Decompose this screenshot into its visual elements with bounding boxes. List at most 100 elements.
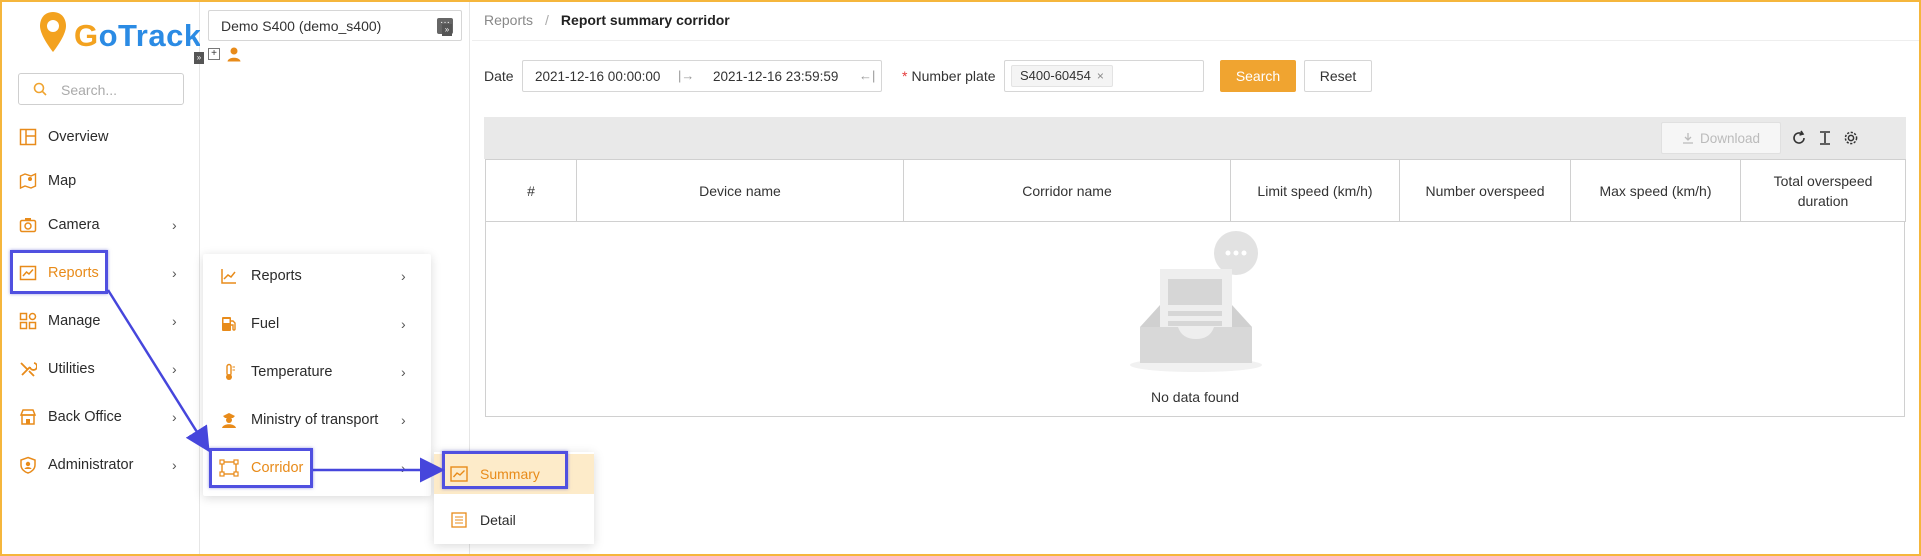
download-icon	[1682, 133, 1693, 144]
sidebar-item-back-office[interactable]: Back Office ›	[10, 397, 192, 437]
expand-icon[interactable]: +	[208, 48, 220, 60]
column-header-max-speed-km-h[interactable]: Max speed (km/h)	[1570, 159, 1741, 222]
chevron-right-icon: ›	[401, 412, 406, 428]
arrow-right-icon: |→	[678, 68, 695, 83]
flyout-item-reports[interactable]: Reports ›	[203, 256, 431, 296]
date-range-picker[interactable]: 2021-12-16 00:00:00 |→ 2021-12-16 23:59:…	[522, 60, 882, 92]
close-icon[interactable]: ×	[1097, 66, 1104, 86]
plate-label: * Number plate	[902, 68, 996, 84]
column-header-index[interactable]: #	[485, 159, 577, 222]
report-table: # Device name Corridor name Limit speed (km…	[485, 159, 1906, 222]
thermometer-icon	[219, 362, 239, 382]
breadcrumb-parent[interactable]: Reports	[484, 12, 533, 28]
column-header-corridor-name[interactable]: Corridor name	[903, 159, 1231, 222]
chart-line-icon	[219, 266, 239, 286]
chevron-right-icon: ›	[401, 316, 406, 332]
summary-icon	[450, 465, 468, 483]
sidebar-item-reports[interactable]: Reports ›	[10, 253, 192, 293]
submenu-item-label: Detail	[480, 512, 516, 528]
date-to[interactable]: 2021-12-16 23:59:59	[713, 69, 838, 84]
corridor-icon	[219, 458, 239, 478]
sidebar-item-label: Map	[48, 173, 77, 189]
device-tree-root[interactable]: +	[208, 46, 242, 62]
reset-button[interactable]: Reset	[1304, 60, 1372, 92]
report-grid: Download # Device name Corridor name Limit …	[484, 117, 1906, 417]
flyout-item-label: Fuel	[251, 316, 280, 332]
plate-chip-value: S400-60454	[1020, 68, 1091, 83]
chevron-right-icon: ›	[401, 364, 406, 380]
collapse-panel-icon[interactable]: »	[442, 24, 452, 36]
plate-chip: S400-60454 ×	[1011, 65, 1113, 87]
column-header-number-overspeed[interactable]: Number overspeed	[1399, 159, 1571, 222]
chevron-right-icon: ›	[172, 217, 177, 233]
empty-message: No data found	[1151, 389, 1239, 405]
breadcrumb-separator: /	[545, 12, 549, 28]
sidebar-item-utilities[interactable]: Utilities ›	[10, 349, 192, 389]
column-height-icon[interactable]	[1815, 128, 1835, 148]
column-header-device-name[interactable]: Device name	[576, 159, 904, 222]
breadcrumb-current: Report summary corridor	[560, 12, 730, 28]
submenu-item-summary[interactable]: Summary	[434, 454, 594, 494]
sidebar-item-label: Manage	[48, 313, 101, 329]
chevron-right-icon: ›	[401, 268, 406, 284]
device-select[interactable]: Demo S400 (demo_s400) ···	[208, 10, 462, 41]
flyout-item-fuel[interactable]: Fuel ›	[203, 304, 431, 344]
sidebar-item-map[interactable]: Map	[10, 161, 192, 201]
date-label: Date	[484, 68, 514, 84]
camera-icon	[18, 215, 38, 235]
flyout-item-label: Temperature	[251, 364, 333, 380]
corridor-submenu: Summary Detail	[434, 452, 594, 544]
overview-icon	[18, 127, 38, 147]
map-icon	[18, 171, 38, 191]
sidebar-item-administrator[interactable]: Administrator ›	[10, 445, 192, 485]
chevron-right-icon: ›	[172, 313, 177, 329]
back-office-icon	[18, 407, 38, 427]
sidebar-item-label: Camera	[48, 217, 100, 233]
flyout-item-corridor[interactable]: Corridor ›	[203, 448, 431, 488]
date-from[interactable]: 2021-12-16 00:00:00	[535, 69, 660, 84]
sidebar-item-overview[interactable]: Overview	[10, 117, 192, 157]
column-header-total-overspeed-duration[interactable]: Total overspeed duration	[1740, 159, 1906, 222]
chevron-right-icon: ›	[172, 409, 177, 425]
arrow-left-icon: ←|	[859, 68, 876, 83]
chevron-right-icon: ›	[172, 265, 177, 281]
chevron-right-icon: ›	[172, 457, 177, 473]
flyout-item-label: Corridor	[251, 460, 304, 476]
sidebar-item-label: Back Office	[48, 409, 122, 425]
fuel-pump-icon	[219, 314, 239, 334]
sidebar-item-manage[interactable]: Manage ›	[10, 301, 192, 341]
search-icon	[33, 82, 47, 96]
divider	[472, 40, 1919, 41]
nav-search-input[interactable]	[61, 80, 171, 100]
settings-icon[interactable]	[1841, 128, 1861, 148]
refresh-icon[interactable]	[1789, 128, 1809, 148]
sidebar-item-label: Overview	[48, 129, 109, 145]
sidebar-item-camera[interactable]: Camera ›	[10, 205, 192, 245]
flyout-item-label: Ministry of transport	[251, 412, 379, 428]
flyout-item-ministry-of-transport[interactable]: Ministry of transport ›	[203, 400, 431, 440]
reports-icon	[18, 263, 38, 283]
logo-text: oTrack	[98, 18, 202, 53]
filter-bar: Date 2021-12-16 00:00:00 |→ 2021-12-16 2…	[484, 60, 1372, 92]
download-button[interactable]: Download	[1661, 122, 1781, 154]
plate-select[interactable]: S400-60454 ×	[1004, 60, 1204, 92]
submenu-item-label: Summary	[480, 466, 540, 482]
main-content: Reports / Report summary corridor Date 2…	[472, 2, 1919, 554]
collapse-sidebar-icon[interactable]: »	[194, 52, 204, 64]
column-header-limit-speed-km-h[interactable]: Limit speed (km/h)	[1230, 159, 1400, 222]
search-button[interactable]: Search	[1220, 60, 1296, 92]
submenu-item-detail[interactable]: Detail	[434, 500, 594, 540]
manage-icon	[18, 311, 38, 331]
chevron-right-icon: ›	[172, 361, 177, 377]
flyout-item-temperature[interactable]: Temperature ›	[203, 352, 431, 392]
nav-search[interactable]	[18, 73, 184, 105]
plate-label-text: Number plate	[911, 68, 996, 84]
detail-list-icon	[450, 511, 468, 529]
sidebar-item-label: Reports	[48, 265, 99, 281]
flyout-item-label: Reports	[251, 268, 302, 284]
reports-flyout-menu: Reports › Fuel › Temperature › Ministry of tra…	[203, 254, 431, 496]
administrator-icon	[18, 455, 38, 475]
gotrack-logo[interactable]: GoTrack	[38, 10, 201, 56]
officer-icon	[219, 410, 239, 430]
breadcrumb: Reports / Report summary corridor	[484, 12, 730, 28]
